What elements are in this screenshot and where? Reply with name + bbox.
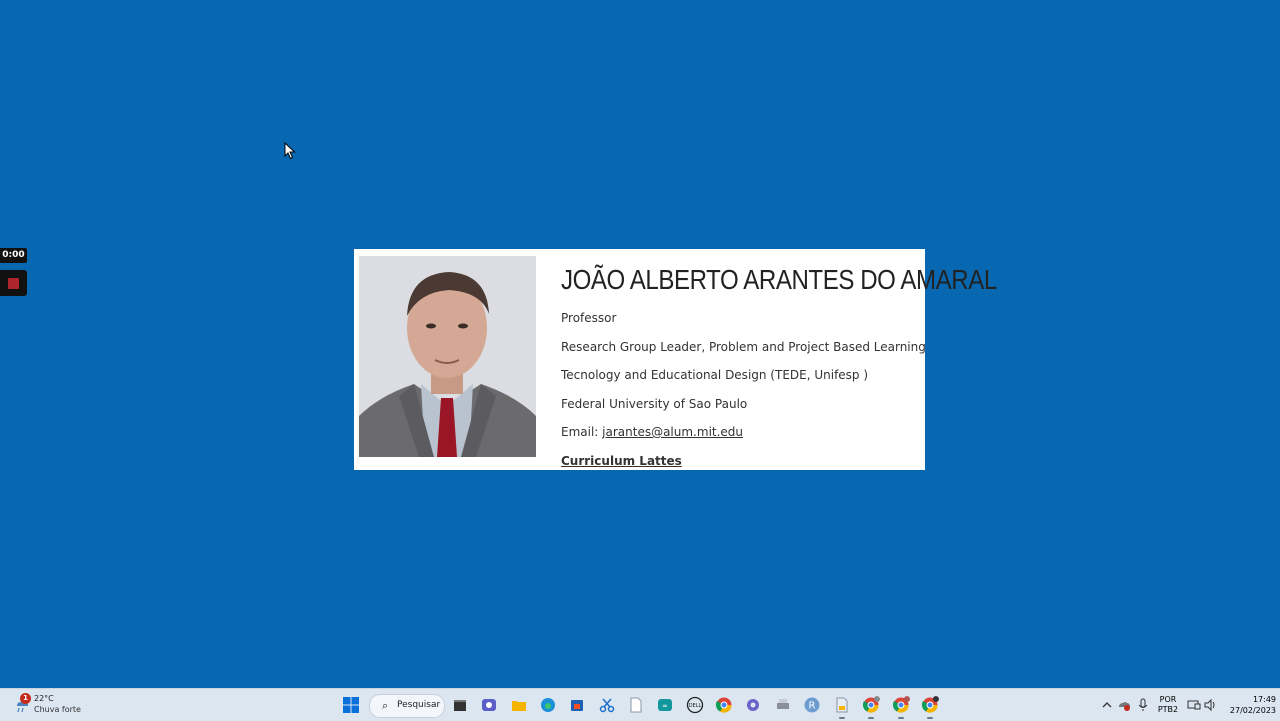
curriculum-lattes-link[interactable]: Curriculum Lattes bbox=[561, 454, 682, 468]
svg-text:∞: ∞ bbox=[662, 702, 668, 710]
mouse-cursor-icon bbox=[284, 142, 296, 160]
network-icon[interactable] bbox=[1187, 698, 1201, 712]
taskbar: 1 22°C Chuva forte ⌕ Pesquisar ∞ DELL R … bbox=[0, 688, 1280, 721]
file-explorer-icon[interactable] bbox=[510, 696, 528, 714]
chrome-profile-icon[interactable] bbox=[892, 696, 910, 714]
running-indicator bbox=[927, 717, 933, 719]
onedrive-error-icon[interactable] bbox=[1117, 698, 1131, 712]
profile-photo bbox=[359, 256, 536, 457]
stop-recording-button[interactable] bbox=[0, 270, 27, 296]
terminal-icon[interactable] bbox=[451, 696, 469, 714]
input-language[interactable]: POR PTB2 bbox=[1154, 695, 1182, 715]
svg-text:R: R bbox=[809, 701, 816, 712]
profile-role: Professor bbox=[561, 311, 617, 325]
search-label: Pesquisar bbox=[397, 700, 441, 710]
email-link[interactable]: jarantes@alum.mit.edu bbox=[602, 425, 743, 439]
arduino-icon[interactable]: ∞ bbox=[656, 696, 674, 714]
clock-date: 27/02/2023 bbox=[1229, 706, 1276, 715]
printer-icon[interactable] bbox=[774, 696, 792, 714]
system-clock[interactable]: 17:49 27/02/2023 bbox=[1218, 694, 1276, 716]
profile-university: Federal University of Sao Paulo bbox=[561, 396, 748, 411]
teams-icon[interactable] bbox=[480, 696, 498, 714]
file-manager-icon[interactable] bbox=[833, 696, 851, 714]
running-indicator bbox=[839, 717, 845, 719]
chrome-icon[interactable] bbox=[715, 696, 733, 714]
profile-department: Tecnology and Educational Design (TEDE, … bbox=[561, 368, 869, 382]
volume-icon[interactable] bbox=[1203, 698, 1217, 712]
profile-card: JOÃO ALBERTO ARANTES DO AMARAL Professor… bbox=[354, 249, 997, 470]
snipping-tool-icon[interactable] bbox=[598, 696, 616, 714]
r-icon[interactable]: R bbox=[803, 696, 821, 714]
chrome-profile-icon[interactable] bbox=[862, 696, 880, 714]
portrait-image bbox=[359, 256, 536, 457]
profile-name: JOÃO ALBERTO ARANTES DO AMARAL bbox=[561, 264, 997, 295]
weather-temperature: 22°C bbox=[34, 694, 54, 703]
weather-condition: Chuva forte bbox=[34, 705, 81, 714]
settings-icon[interactable] bbox=[744, 696, 762, 714]
dell-icon[interactable]: DELL bbox=[686, 696, 704, 714]
running-indicator bbox=[898, 717, 904, 719]
search-icon: ⌕ bbox=[382, 699, 389, 712]
start-icon[interactable] bbox=[342, 696, 360, 714]
weather-widget[interactable]: 1 22°C Chuva forte bbox=[14, 693, 94, 719]
profile-email-row: Email: jarantes@alum.mit.edu bbox=[561, 425, 921, 454]
microphone-icon[interactable] bbox=[1137, 698, 1149, 712]
lattes-row: Curriculum Lattes bbox=[561, 454, 921, 483]
notepad-icon[interactable] bbox=[627, 696, 645, 714]
chrome-profile-icon[interactable] bbox=[921, 696, 939, 714]
profile-info: JOÃO ALBERTO ARANTES DO AMARAL Professor… bbox=[561, 259, 997, 483]
stop-icon bbox=[8, 278, 19, 289]
desktop: 0:00 JOÃO ALBERTO ARANTES DO AMARAL Prof… bbox=[0, 0, 1280, 688]
email-label: Email: bbox=[561, 425, 603, 439]
running-indicator bbox=[868, 717, 874, 719]
weather-alert-badge: 1 bbox=[20, 693, 31, 704]
clock-time: 17:49 bbox=[1252, 695, 1276, 704]
language-code: POR bbox=[1159, 695, 1177, 704]
recording-timer: 0:00 bbox=[0, 248, 27, 263]
keyboard-layout: PTB2 bbox=[1157, 705, 1179, 714]
svg-text:DELL: DELL bbox=[689, 703, 702, 709]
store-icon[interactable] bbox=[568, 696, 586, 714]
chevron-up-icon[interactable] bbox=[1101, 699, 1113, 711]
taskbar-search[interactable]: ⌕ Pesquisar bbox=[369, 694, 445, 718]
profile-group: Research Group Leader, Problem and Proje… bbox=[561, 339, 926, 354]
edge-icon[interactable] bbox=[539, 696, 557, 714]
